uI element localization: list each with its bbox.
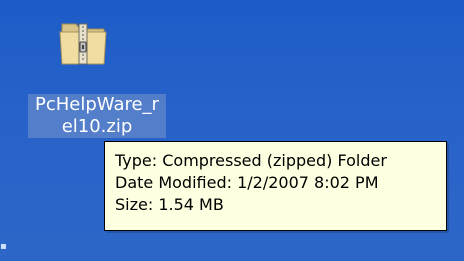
tooltip-date-modified: Date Modified: 1/2/2007 8:02 PM bbox=[115, 173, 379, 192]
desktop-background: PcHelpWare_r el10.zip Type: Compressed (… bbox=[0, 0, 464, 261]
icon-label-line1: PcHelpWare_r bbox=[35, 94, 159, 115]
icon-label[interactable]: PcHelpWare_r el10.zip bbox=[28, 94, 166, 138]
file-info-tooltip: Type: Compressed (zipped) Folder Date Mo… bbox=[104, 141, 447, 231]
zip-folder-icon[interactable] bbox=[50, 18, 114, 68]
tooltip-size: Size: 1.54 MB bbox=[115, 195, 224, 214]
icon-label-line2: el10.zip bbox=[61, 116, 133, 137]
desktop-edge-mark: ▪ bbox=[0, 241, 7, 252]
tooltip-type: Type: Compressed (zipped) Folder bbox=[115, 151, 387, 170]
zip-folder-graphic bbox=[59, 23, 107, 65]
